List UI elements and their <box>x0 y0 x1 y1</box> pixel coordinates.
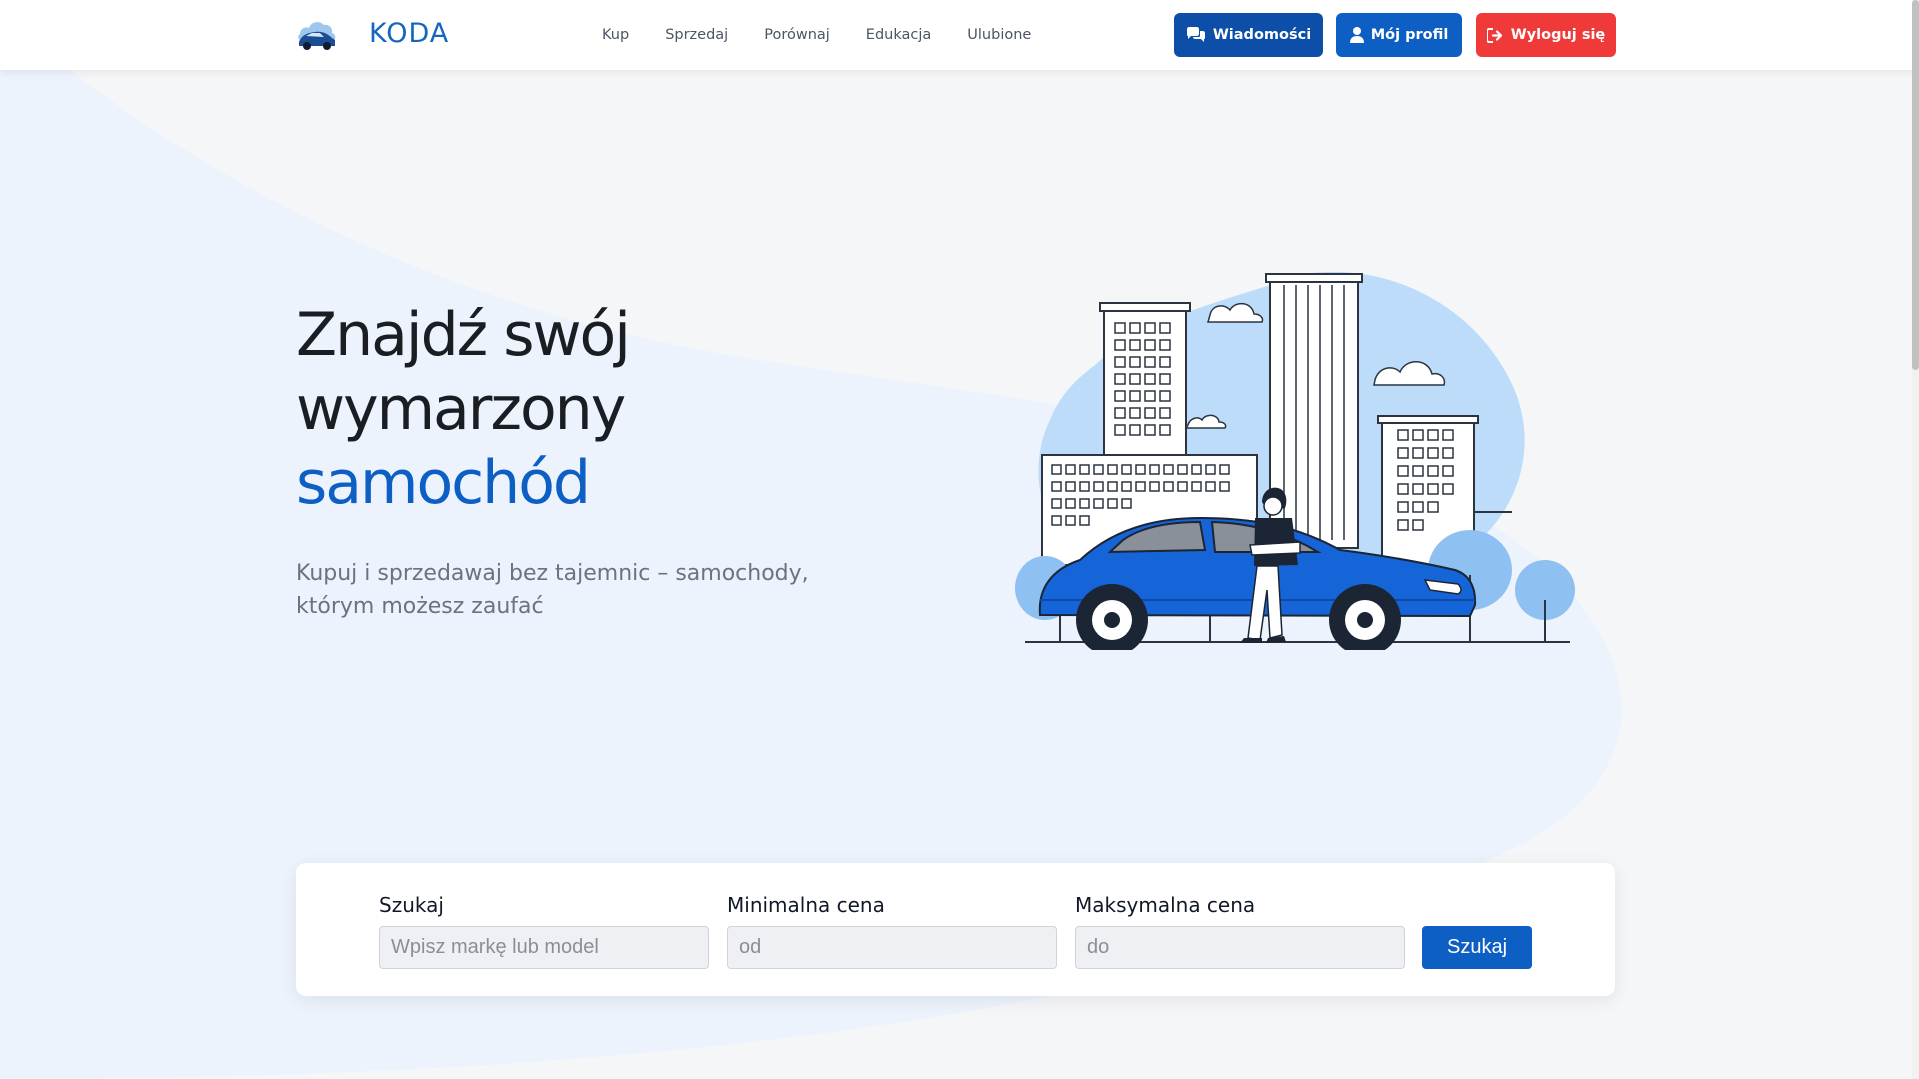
nav-link-education[interactable]: Edukacja <box>866 27 931 43</box>
search-input[interactable] <box>379 926 709 969</box>
sign-out-icon <box>1486 27 1502 43</box>
min-price-label: Minimalna cena <box>727 893 885 917</box>
main-nav: Kup Sprzedaj Porównaj Edukacja Ulubione <box>602 27 1067 43</box>
profile-button-label: Mój profil <box>1370 27 1449 43</box>
page: KODA Kup Sprzedaj Porównaj Edukacja Ulub… <box>0 0 1919 1079</box>
nav-link-favorites[interactable]: Ulubione <box>967 27 1031 43</box>
nav-link-compare[interactable]: Porównaj <box>764 27 830 43</box>
navbar: KODA Kup Sprzedaj Porównaj Edukacja Ulub… <box>0 0 1919 70</box>
messages-button[interactable]: Wiadomości <box>1174 13 1323 57</box>
messages-button-label: Wiadomości <box>1212 27 1312 43</box>
user-icon <box>1349 27 1364 43</box>
min-price-input[interactable] <box>727 926 1057 969</box>
scrollbar-thumb[interactable] <box>1912 0 1919 370</box>
hero-subtitle: Kupuj i sprzedawaj bez tajemnic – samoch… <box>296 561 809 619</box>
max-price-input[interactable] <box>1075 926 1405 969</box>
city-car-person-illustration <box>1015 271 1575 650</box>
brand-name[interactable]: KODA <box>369 18 449 49</box>
logout-button[interactable]: Wyloguj się <box>1476 13 1616 57</box>
nav-link-sell[interactable]: Sprzedaj <box>665 27 728 43</box>
chat-bubbles-icon <box>1186 27 1205 42</box>
profile-button[interactable]: Mój profil <box>1336 13 1462 57</box>
hero-title-accent: samochód <box>296 448 591 518</box>
max-price-field: Maksymalna cena <box>1075 893 1405 969</box>
nav-link-buy[interactable]: Kup <box>602 27 629 43</box>
hero-title: Znajdź swój wymarzony samochód <box>296 298 856 520</box>
search-card: Szukaj Minimalna cena Maksymalna cena Sz… <box>296 863 1615 996</box>
car-cloud-logo-icon[interactable] <box>296 16 338 52</box>
max-price-label: Maksymalna cena <box>1075 893 1256 917</box>
search-button[interactable]: Szukaj <box>1422 926 1532 969</box>
query-label: Szukaj <box>379 893 444 917</box>
min-price-field: Minimalna cena <box>727 893 1057 969</box>
query-field: Szukaj <box>379 893 709 969</box>
hero-title-line-2: wymarzony <box>296 374 626 444</box>
hero-title-line-1: Znajdź swój <box>296 300 631 370</box>
logout-button-label: Wyloguj się <box>1510 27 1606 43</box>
